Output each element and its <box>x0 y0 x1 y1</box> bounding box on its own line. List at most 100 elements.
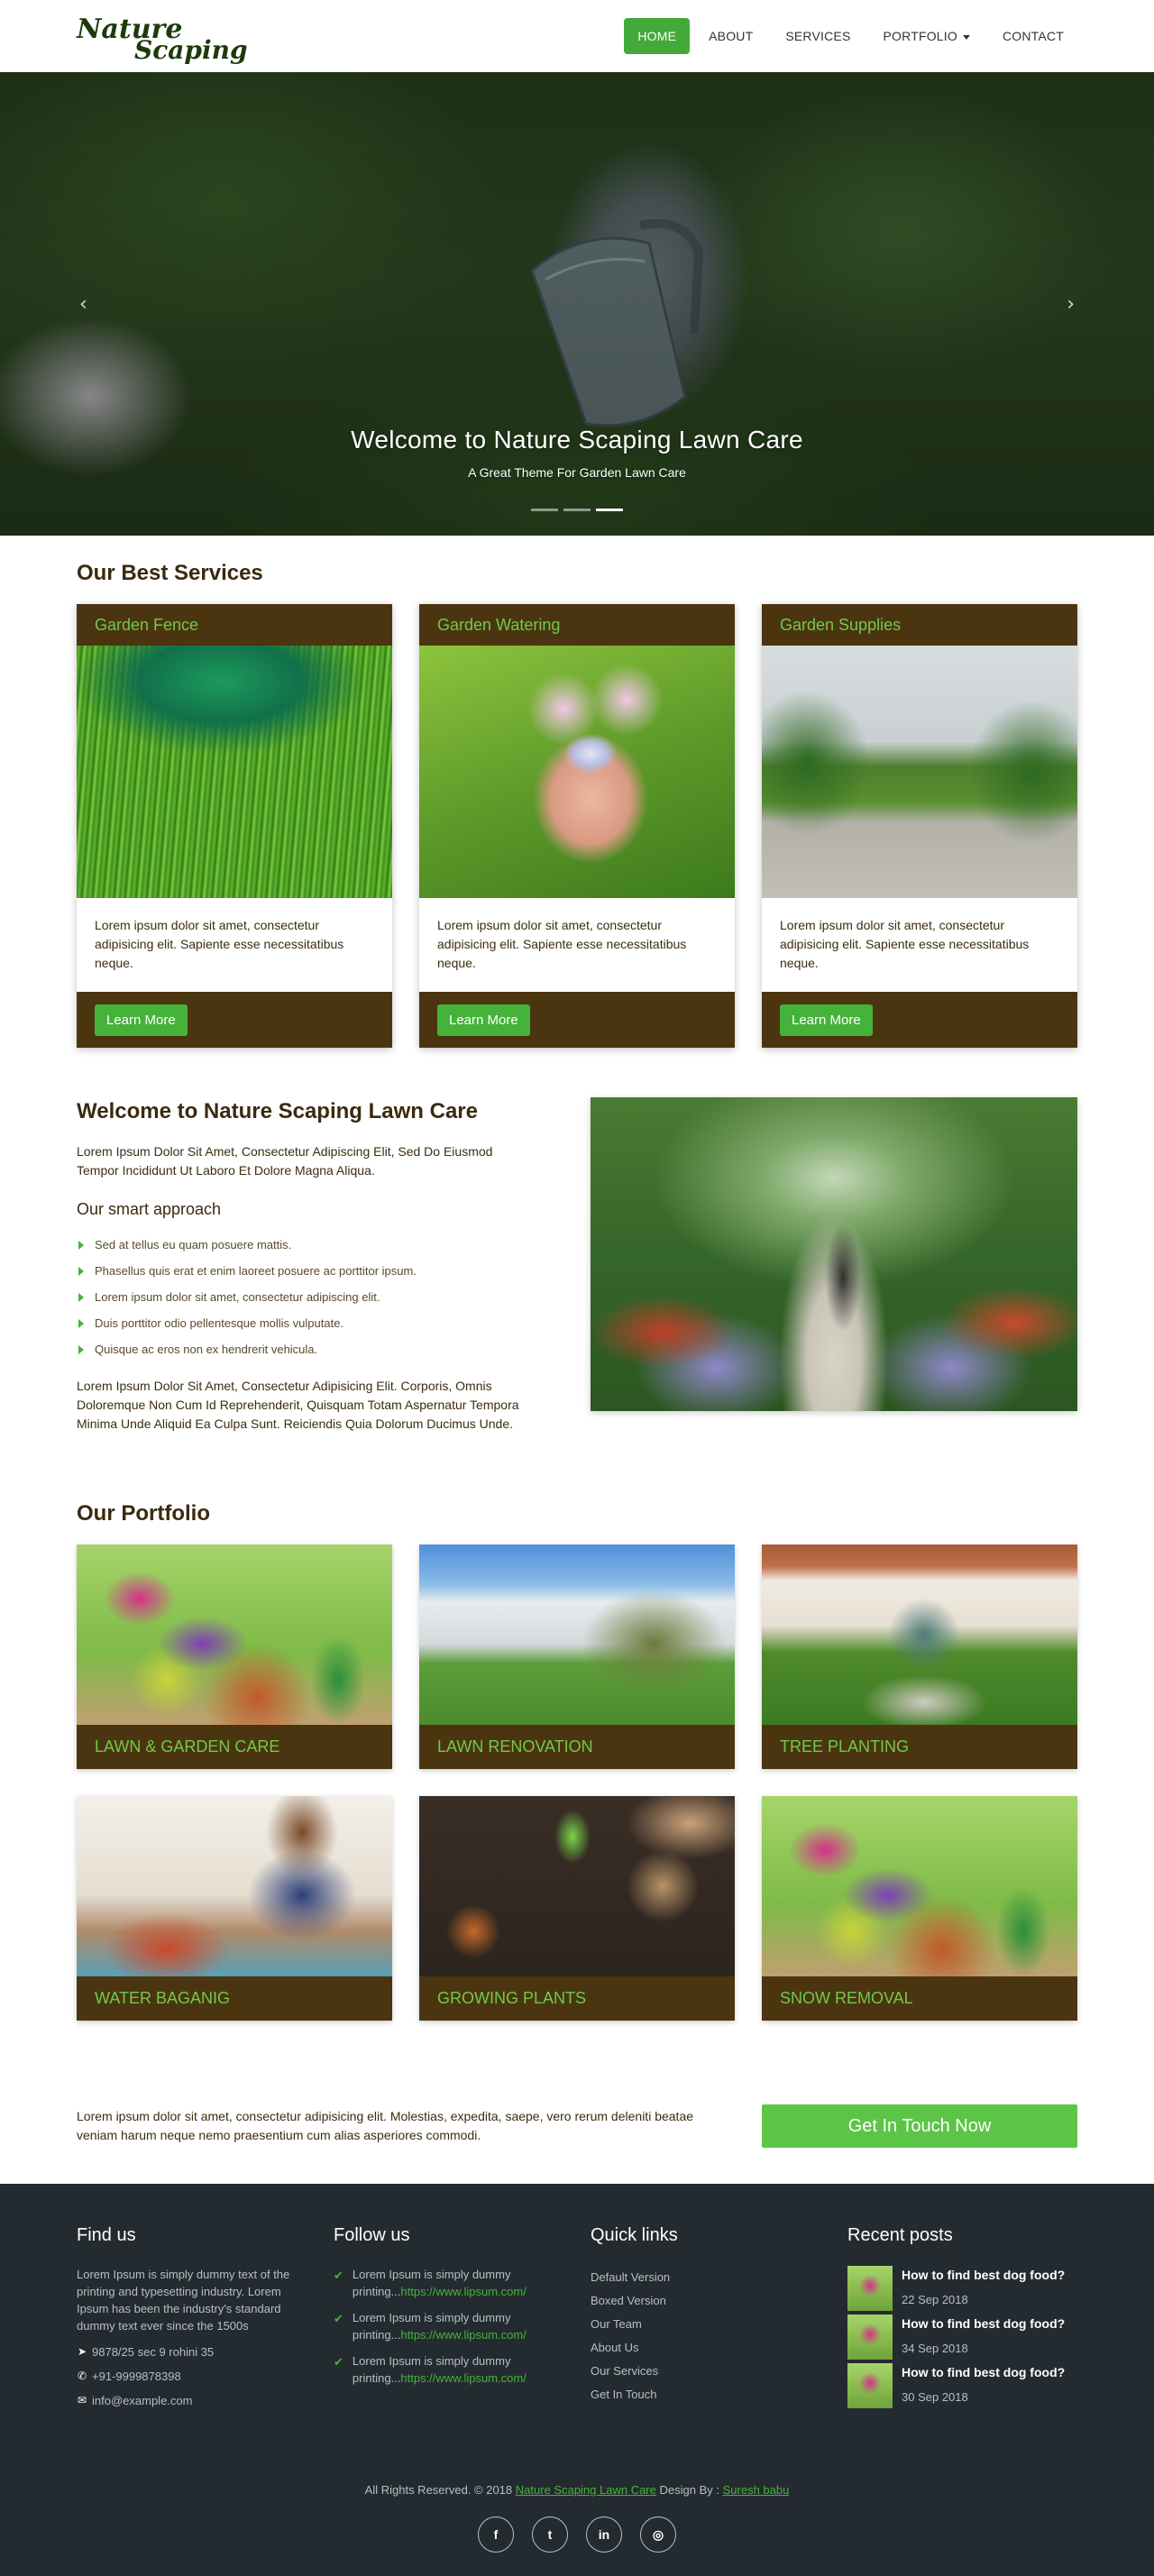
phone-text: +91-9999878398 <box>92 2370 181 2383</box>
service-card-title: Garden Supplies <box>780 615 902 634</box>
service-card-title: Garden Watering <box>437 615 561 634</box>
hero-subtitle: A Great Theme For Garden Lawn Care <box>468 465 686 480</box>
portfolio-item[interactable]: Water Baganig <box>77 1796 392 2021</box>
service-cards: Garden Fence Lorem ipsum dolor sit amet,… <box>77 604 1077 1048</box>
tweet: ✔ Lorem Ipsum is simply dummy printing...… <box>334 2266 563 2300</box>
learn-more-button[interactable]: Learn More <box>95 1004 188 1036</box>
address-line: ➤ 9878/25 sec 9 rohini 35 <box>77 2340 307 2364</box>
portfolio-item[interactable]: Tree Planting <box>762 1545 1077 1769</box>
service-card: Garden Supplies Lorem ipsum dolor sit am… <box>762 604 1077 1048</box>
recent-post[interactable]: How to find best dog food? 22 Sep 2018 <box>847 2266 1077 2315</box>
portfolio-heading: Our Portfolio <box>77 1501 210 1526</box>
portfolio-item[interactable]: Lawn Renovation <box>419 1545 735 1769</box>
building-garden-image <box>762 1545 1077 1725</box>
footer: Find us Lorem Ipsum is simply dummy text… <box>0 2184 1154 2576</box>
instagram-icon[interactable]: ◎ <box>640 2516 676 2553</box>
footer-recent-posts: Recent posts How to find best dog food? 2… <box>847 2225 1077 2413</box>
tweet-link[interactable]: https://www.lipsum.com/ <box>400 2371 526 2385</box>
portfolio-item[interactable]: Snow Removal <box>762 1796 1077 2021</box>
site-link[interactable]: Nature Scaping Lawn Care <box>516 2483 656 2497</box>
quick-link[interactable]: Our Team <box>591 2313 820 2336</box>
footer-heading: Find us <box>77 2225 136 2245</box>
service-card-text: Lorem ipsum dolor sit amet, consectetur … <box>780 918 1030 970</box>
post-title[interactable]: How to find best dog food? <box>902 2316 1065 2331</box>
learn-more-button[interactable]: Learn More <box>437 1004 530 1036</box>
hero-title: Welcome to Nature Scaping Lawn Care <box>351 426 803 454</box>
welcome-heading: Welcome to Nature Scaping Lawn Care <box>77 1099 478 1123</box>
nav-about[interactable]: ABOUT <box>695 18 766 54</box>
post-thumbnail <box>847 2363 893 2408</box>
post-title[interactable]: How to find best dog food? <box>902 2268 1065 2282</box>
chevron-left-icon[interactable]: ‹ <box>79 293 87 316</box>
main-nav: HOME ABOUT SERVICES PORTFOLIO CONTACT <box>624 18 1077 54</box>
portfolio-label: Lawn & Garden Care <box>77 1725 392 1769</box>
nav-portfolio[interactable]: PORTFOLIO <box>870 18 984 54</box>
twitter-icon[interactable]: t <box>532 2516 568 2553</box>
cta-text: Lorem ipsum dolor sit amet, consectetur … <box>77 2109 694 2142</box>
portfolio-label: Growing Plants <box>419 1976 735 2021</box>
portfolio-title: Water Baganig <box>95 1989 231 2007</box>
list-item: Phasellus quis erat et enim laoreet posu… <box>77 1258 536 1284</box>
garden-tools-image <box>419 1796 735 1976</box>
get-in-touch-button[interactable]: Get In Touch Now <box>762 2104 1077 2148</box>
list-item: Quisque ac eros non ex hendrerit vehicul… <box>77 1336 536 1362</box>
approach-heading: Our smart approach <box>77 1200 222 1218</box>
hands-with-plant-image <box>419 646 735 898</box>
learn-more-button[interactable]: Learn More <box>780 1004 873 1036</box>
portfolio-title: Snow Removal <box>780 1989 913 2007</box>
lawn-mower-image <box>77 646 392 898</box>
carousel-indicator-active[interactable] <box>596 509 623 511</box>
welcome-text: Welcome to Nature Scaping Lawn Care Lore… <box>77 1097 536 1434</box>
social-links: f t in ◎ <box>77 2516 1077 2553</box>
tweet-link[interactable]: https://www.lipsum.com/ <box>400 2328 526 2342</box>
envelope-icon: ✉ <box>77 2394 87 2406</box>
quick-link[interactable]: Get In Touch <box>591 2383 820 2406</box>
service-card-header: Garden Fence <box>77 604 392 646</box>
portfolio-item[interactable]: Growing Plants <box>419 1796 735 2021</box>
contact-info: ➤ 9878/25 sec 9 rohini 35 ✆ +91-9999878398… <box>77 2340 307 2413</box>
portfolio-item[interactable]: Lawn & Garden Care <box>77 1545 392 1769</box>
service-card-header: Garden Supplies <box>762 604 1077 646</box>
twitter-icon: ✔ <box>334 2312 343 2325</box>
email-text[interactable]: info@example.com <box>92 2388 192 2413</box>
carousel-indicator[interactable] <box>563 509 591 511</box>
post-thumbnail <box>847 2315 893 2360</box>
email-line: ✉ info@example.com <box>77 2388 307 2413</box>
post-thumbnail <box>847 2266 893 2311</box>
nav-home[interactable]: HOME <box>624 18 691 54</box>
tweet-link[interactable]: https://www.lipsum.com/ <box>400 2285 526 2298</box>
carousel-indicator[interactable] <box>531 509 558 511</box>
facebook-icon[interactable]: f <box>478 2516 514 2553</box>
portfolio-title: Growing Plants <box>437 1989 587 2007</box>
nav-contact[interactable]: CONTACT <box>989 18 1077 54</box>
recent-post[interactable]: How to find best dog food? 30 Sep 2018 <box>847 2363 1077 2412</box>
hero-carousel: ‹ › Welcome to Nature Scaping Lawn Care … <box>0 72 1154 536</box>
list-item: Lorem ipsum dolor sit amet, consectetur … <box>77 1284 536 1310</box>
phone-icon: ✆ <box>77 2370 87 2382</box>
portfolio-label: Tree Planting <box>762 1725 1077 1769</box>
quick-link[interactable]: About Us <box>591 2336 820 2360</box>
services-heading: Our Best Services <box>77 561 263 585</box>
quick-link[interactable]: Our Services <box>591 2360 820 2383</box>
navbar: Nature Scaping HOME ABOUT SERVICES PORTF… <box>0 0 1154 72</box>
footer-follow-us: Follow us ✔ Lorem Ipsum is simply dummy p… <box>334 2225 563 2413</box>
service-card: Garden Fence Lorem ipsum dolor sit amet,… <box>77 604 392 1048</box>
quick-link[interactable]: Default Version <box>591 2266 820 2289</box>
tweet: ✔ Lorem Ipsum is simply dummy printing...… <box>334 2309 563 2343</box>
carousel-indicators <box>0 509 1154 511</box>
tweet: ✔ Lorem Ipsum is simply dummy printing...… <box>334 2352 563 2387</box>
address-text: 9878/25 sec 9 rohini 35 <box>92 2345 215 2359</box>
tweet-body: Lorem Ipsum is simply dummy printing...h… <box>353 2352 563 2387</box>
welcome-tail: Lorem Ipsum Dolor Sit Amet, Consectetur … <box>77 1379 519 1431</box>
chevron-right-icon[interactable]: › <box>1067 293 1075 316</box>
post-date: 22 Sep 2018 <box>902 2293 968 2306</box>
quick-link[interactable]: Boxed Version <box>591 2289 820 2313</box>
site-logo[interactable]: Nature Scaping <box>77 11 248 63</box>
design-by-label: Design By : <box>659 2483 719 2497</box>
linkedin-icon[interactable]: in <box>586 2516 622 2553</box>
nav-services[interactable]: SERVICES <box>772 18 864 54</box>
recent-post[interactable]: How to find best dog food? 34 Sep 2018 <box>847 2315 1077 2363</box>
post-title[interactable]: How to find best dog food? <box>902 2365 1065 2379</box>
portfolio-label: Lawn Renovation <box>419 1725 735 1769</box>
designer-link[interactable]: Suresh babu <box>723 2483 790 2497</box>
